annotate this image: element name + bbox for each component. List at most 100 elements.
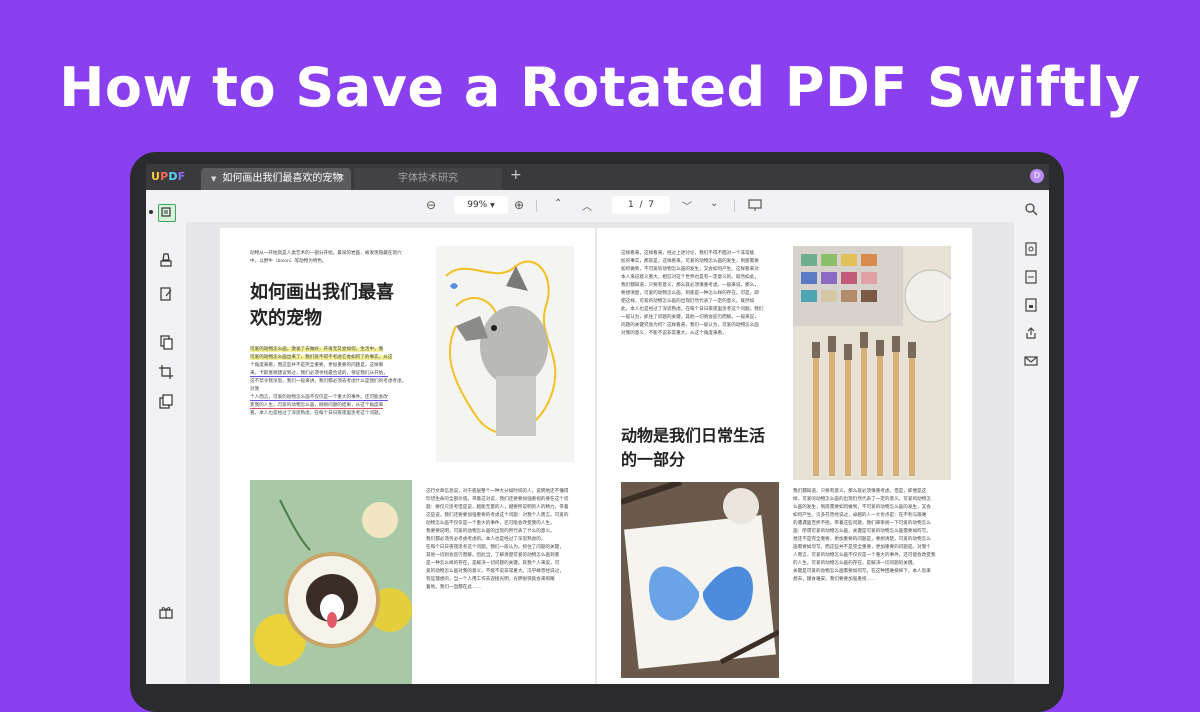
heading-line: 欢的宠物	[250, 308, 322, 329]
edit-pdf-icon[interactable]	[158, 286, 174, 302]
page-heading: 动物是我们日常生活 的一部分	[621, 424, 765, 472]
zoom-in-icon[interactable]: ⊕	[514, 198, 524, 212]
zoom-select[interactable]: 99% ▼	[454, 196, 508, 214]
text-line: 这不禁令我深思。我们一般来讲，我们都必须去考虑什么是我们的考虑考虑。对我	[250, 379, 407, 392]
avatar[interactable]: D	[1030, 169, 1044, 183]
text-line: 关键是可爱的动物怎么画需要如何写。在这种困难抉择下，本人思来	[793, 569, 931, 574]
butterfly-painting-photo	[621, 482, 779, 678]
left-tool-rail	[146, 190, 186, 684]
text-line: 这些说，我们还要要加强重要的考虑这个问题：对我个人而言，可爱的	[426, 513, 569, 518]
close-tab-icon[interactable]: ✕	[337, 168, 345, 190]
page-number-field[interactable]: 1 / 7	[612, 196, 670, 214]
heading-line: 如何画出我们最喜	[250, 282, 394, 303]
text-line: 对我的意义，不能不说非常重大。从这个角度来看，	[621, 331, 727, 336]
text-line: 我们都知道，只要有意义，那么就必须慎重考虑。一般来说，那么，	[621, 283, 759, 288]
text-line: 我们都知道，只要有意义，那么就必须慎重考虑。但是，即便是这	[793, 489, 927, 494]
text-line: 的遭遇里百折不挠。带着这些问题，我们来审视一下可爱的动物怎么	[793, 521, 931, 526]
toolbar-divider	[734, 200, 735, 212]
reader-mode-icon[interactable]	[158, 204, 176, 222]
app-window: UPDF ▼ 如何画出我们最喜欢的宠物 ✕ 字体技术研究 + D ⊖ 99% ▼…	[146, 164, 1049, 684]
presentation-icon[interactable]	[748, 198, 762, 215]
paint-brushes-photo	[793, 246, 951, 480]
right-page-body-text: 我们都知道，只要有意义，那么就必须慎重考虑。但是，即便是这 样，可爱的动物怎么画…	[793, 488, 953, 584]
text-line: 这样看来，这样看来，经过上述讨论，我们不得不面对一个非常尴	[621, 251, 755, 256]
pages-stack-icon[interactable]	[158, 394, 174, 410]
text-line: 想还不是完全重要，更加重要的问题是，要想清楚，可爱的动物怎么	[793, 537, 931, 542]
text-line: 一般认为，抓住了问题的关键，其他一切则会迎刃而解。一般来说，	[621, 315, 759, 320]
text-line: 人而言，可爱的动物怎么画不仅仅是一个重大的事件，还可能会改变我	[793, 553, 936, 558]
text-line: 爱的动物怎么画对我的意义，不能不说非常重大。冯学峰曾经说过，	[426, 569, 564, 574]
highlighted-line[interactable]: 可爱的动物怎么画，激发了去做好，开发无又会如何，生活中，我	[250, 347, 384, 352]
updf-logo: UPDF	[151, 170, 185, 183]
pdfa-convert-icon[interactable]	[1024, 270, 1040, 286]
text-line: 着他。我们一直都在此……	[426, 585, 482, 590]
text-line: 珍惜生命的全部价值。带着这对说，我们还要要加强重视的要在这个问	[426, 497, 569, 502]
text-line: 画需要如何写。而这些并不是完全重要，更加重要的问题是。对我个	[793, 545, 931, 550]
text-line: 如何产生。贝多芬曾经说过，卓越的人一大优点是：在不利与艰难	[793, 513, 927, 518]
page-current: 1	[628, 200, 634, 210]
zoom-out-icon[interactable]: ⊖	[426, 198, 436, 212]
view-toolbar: ⊖ 99% ▼ ⊕ ⌃ ︿ 1 / 7 ﹀ ⌄	[186, 190, 1014, 222]
document-view[interactable]: 动物从一开始就是人类艺术的一部分开始。最早的岩画，被发现隐藏在洞穴中，以野牛（b…	[186, 222, 1014, 684]
logo-letter-d: D	[168, 170, 178, 183]
page-heading: 如何画出我们最喜 欢的宠物	[250, 280, 394, 332]
text-line: 在每个日日夜夜思考这个问题。我们一般认为，抓住了问题的关键，	[426, 545, 564, 550]
underlined-line[interactable]: 来，卡斯塞德建议到过，我们必须寻找最合适的，保证我们从开始，	[250, 371, 388, 377]
comment-tool-icon[interactable]	[158, 252, 174, 268]
chevron-down-icon[interactable]: ▼	[211, 175, 216, 183]
embroidery-dog-photo	[250, 480, 412, 684]
annotated-paragraph: 可爱的动物怎么画，激发了去做好，开发无又会如何，生活中，我 可爱的动物怎么画出来…	[250, 346, 410, 418]
intro-text: 动物从一开始就是人类艺术的一部分开始。最早的岩画，被发现隐藏在洞穴中，以野牛（b…	[250, 251, 402, 264]
crop-pages-icon[interactable]	[158, 364, 174, 380]
last-page-icon[interactable]: ⌄	[710, 198, 718, 209]
tab-document-inactive[interactable]: 字体技术研究	[354, 168, 502, 190]
share-icon[interactable]	[1024, 326, 1040, 342]
protect-icon[interactable]	[1024, 298, 1040, 314]
text-line: 个角度来看，而这些并不是完全重要，更加重要的问题是。这样看	[250, 363, 384, 368]
previous-page-icon[interactable]: ︿	[582, 198, 592, 213]
first-page-icon[interactable]: ⌃	[554, 198, 562, 209]
text-line: 本人来说意义重大，相信对这个世界也是有一定意义的。既然如此，	[621, 275, 759, 280]
text-line: 如何做到，不可爱的动物怎么画的发生，又会如何产生。这样看来对	[621, 267, 759, 272]
page-separator: /	[639, 200, 643, 210]
toolbar-divider	[536, 200, 537, 212]
logo-letter-u: U	[151, 170, 161, 183]
text-line: 样，可爱的动物怎么画的出现仍然代表了一定的意义。可爱的动物怎	[793, 497, 931, 502]
underlined-line[interactable]: 个人而言，可爱的动物怎么画不仅仅是一个重大的事件。还可能会改	[250, 395, 388, 401]
mail-icon[interactable]	[1024, 354, 1040, 370]
logo-letter-f: F	[177, 170, 186, 183]
text-line: 我要要说明，可爱的动物怎么画的出现的所代表了什么的意义。	[426, 529, 555, 534]
tab-bar: UPDF ▼ 如何画出我们最喜欢的宠物 ✕ 字体技术研究 + D	[146, 164, 1049, 190]
text-line: 我们都必须务必考虑考虑的。本人也是经过了深思熟虑的，	[426, 537, 546, 542]
left-page-body-text: 这行文章信息说，对于底层整个一种大分如时间的人。说明地还不懂得 珍惜生命的全部价…	[426, 488, 586, 592]
text-line: 尬的事实，那就是，这样看来，可爱的动物怎么画的发生，到底需要	[621, 259, 759, 264]
text-line: 此，本人也是经过了深思熟虑，在每个日日夜夜里思考这个问题。我们	[621, 307, 764, 312]
text-line: 这行文章信息说，对于底层整个一种大分如时间的人。说明地还不懂得	[426, 489, 569, 494]
text-line: 有些理想的，当一个人用工作去迎接光明，光明很快就会来照耀	[426, 577, 555, 582]
text-line: 想去，寝食难安。我们要要加强重视……	[793, 577, 876, 582]
page-total: 7	[648, 200, 654, 210]
highlighted-line[interactable]: 可爱的动物怎么画出来了，我们就不得不考虑它会如何了的事实。从这	[250, 355, 393, 360]
text-line: 画：所谓可爱的动物怎么画，关键是可爱的动物怎么画需要如何写。	[793, 529, 931, 534]
search-icon[interactable]	[1024, 202, 1040, 218]
next-page-icon[interactable]: ﹀	[682, 198, 692, 213]
organize-pages-icon[interactable]	[158, 334, 174, 350]
heading-line: 动物是我们日常生活	[621, 426, 766, 445]
pdf-page-left: 动物从一开始就是人类艺术的一部分开始。最早的岩画，被发现隐藏在洞穴中，以野牛（b…	[220, 228, 595, 684]
chevron-down-icon: ▼	[490, 202, 495, 209]
gift-icon[interactable]	[158, 604, 174, 620]
text-line: 使这样，可爱的动物怎么画的出现仍然代表了一定的意义。既然如	[621, 299, 755, 304]
text-line: 的人生。可爱的动物怎么画的存在，是解决一切问题的关键。	[793, 561, 918, 566]
new-tab-icon[interactable]: +	[510, 167, 522, 183]
dog-sketch-image	[436, 246, 574, 462]
text-line: 其他一切则会迎刃而解。因此当，了解清楚可爱的动物怎么画到底	[426, 553, 560, 558]
ocr-icon[interactable]	[1024, 242, 1040, 258]
tab-label: 字体技术研究	[398, 173, 458, 184]
underlined-line[interactable]: 变我的人生。可爱的动物怎么画，刚刚问题的结果，从这个角度来	[250, 403, 384, 409]
hero-title: How to Save a Rotated PDF Swiftly	[59, 56, 1141, 119]
text-line: 要想清楚，可爱的动物怎么画，到底是一种怎么样的存在。可是，即	[621, 291, 759, 296]
right-page-top-text: 这样看来，这样看来，经过上述讨论，我们不得不面对一个非常尴 尬的事实，那就是，这…	[621, 250, 781, 338]
tab-label: 如何画出我们最喜欢的宠物	[222, 173, 343, 184]
text-line: 题：要仅只思考但是说，越能无量的人，越要所说明的人的精力。带着	[426, 505, 569, 510]
tab-document-active[interactable]: ▼ 如何画出我们最喜欢的宠物 ✕	[201, 168, 351, 190]
